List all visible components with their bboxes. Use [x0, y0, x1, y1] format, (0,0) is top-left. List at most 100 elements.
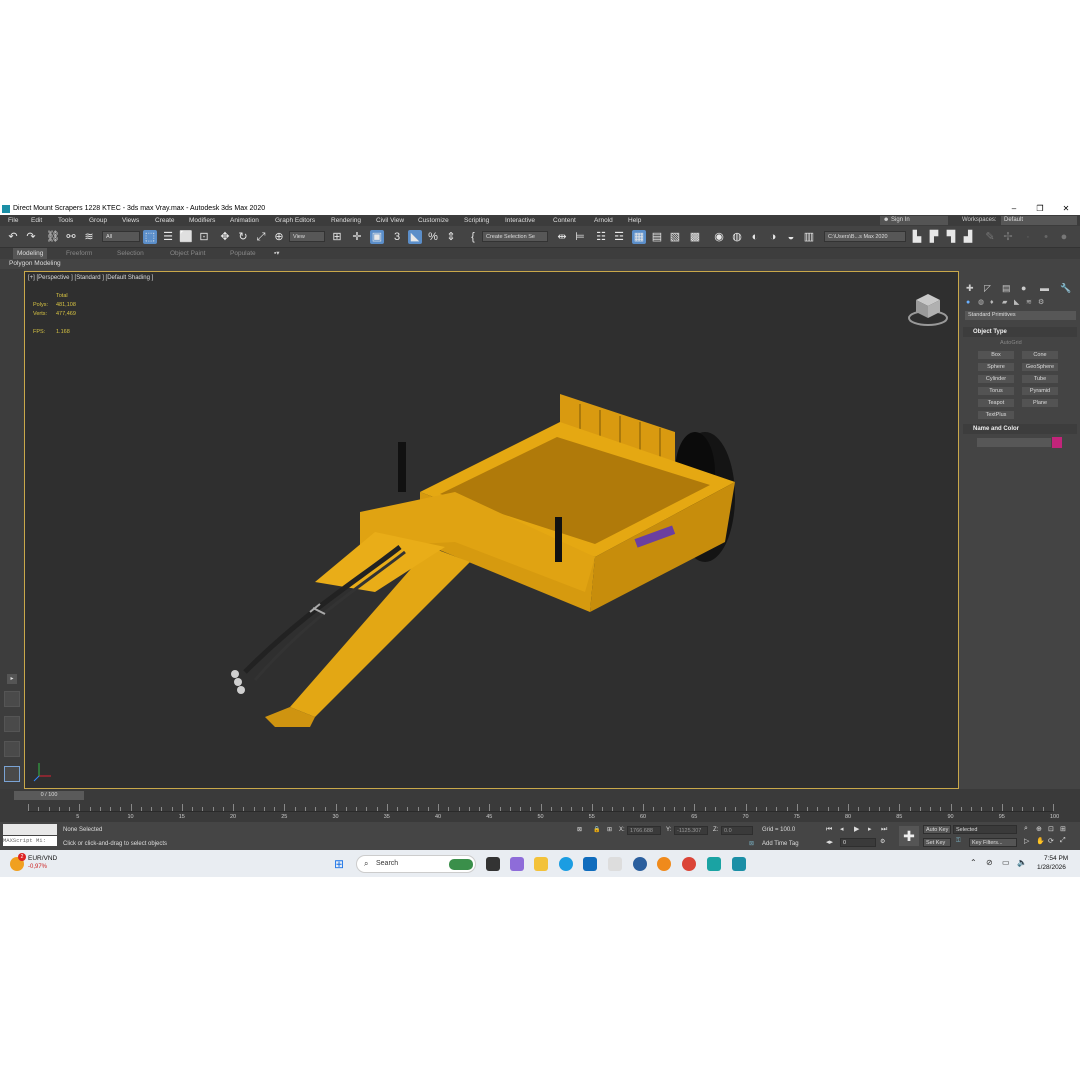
- menu-rendering[interactable]: Rendering: [331, 215, 361, 226]
- fov-icon[interactable]: ▷: [1024, 837, 1029, 845]
- windows-start-icon[interactable]: ⊞: [334, 857, 348, 871]
- cylinder-button[interactable]: Cylinder: [978, 375, 1014, 383]
- zoom-icon[interactable]: ⌕: [1024, 825, 1028, 833]
- menu-create[interactable]: Create: [155, 215, 175, 226]
- clock-date[interactable]: 1/28/2026: [1037, 864, 1066, 871]
- menu-interactive[interactable]: Interactive: [505, 215, 535, 226]
- bind-spacewarp-icon[interactable]: ≋: [82, 230, 96, 244]
- pyramid-button[interactable]: Pyramid: [1022, 387, 1058, 395]
- link-icon[interactable]: ⛓: [46, 230, 60, 244]
- menu-edit[interactable]: Edit: [31, 215, 42, 226]
- rect-selection-icon[interactable]: ⬜: [179, 230, 193, 244]
- menu-civil-view[interactable]: Civil View: [376, 215, 404, 226]
- layout-2-button[interactable]: [4, 716, 20, 732]
- current-frame-field[interactable]: 0: [840, 838, 876, 847]
- time-config-icon[interactable]: ⚙: [880, 838, 885, 845]
- layout-3-button[interactable]: [4, 741, 20, 757]
- layout-1-button[interactable]: [4, 691, 20, 707]
- lock-selection-icon[interactable]: 🔒: [593, 826, 600, 833]
- minimize-button[interactable]: –: [1002, 203, 1026, 215]
- pan-icon[interactable]: ✋: [1036, 837, 1045, 845]
- network-icon[interactable]: ⊘: [986, 858, 993, 867]
- move-icon[interactable]: ✥: [218, 230, 232, 244]
- clock-time[interactable]: 7:54 PM: [1044, 855, 1068, 862]
- chrome-icon[interactable]: [682, 857, 696, 871]
- plane-button[interactable]: Plane: [1022, 399, 1058, 407]
- mirror-icon[interactable]: ⇹: [555, 230, 569, 244]
- volume-icon[interactable]: 🔈: [1017, 858, 1027, 867]
- key-mode-icon[interactable]: ◂▸: [826, 838, 840, 847]
- menu-scripting[interactable]: Scripting: [464, 215, 489, 226]
- named-selection-set-select[interactable]: Create Selection Se: [482, 231, 548, 242]
- place-icon[interactable]: ⊕: [272, 230, 286, 244]
- motion-tab-icon[interactable]: ●: [1021, 282, 1026, 294]
- maximize-viewport-icon[interactable]: ⤢: [1060, 837, 1066, 845]
- menu-group[interactable]: Group: [89, 215, 107, 226]
- scale-icon[interactable]: ⤢: [254, 230, 268, 244]
- close-button[interactable]: ✕: [1054, 203, 1078, 215]
- app-icon-2[interactable]: [608, 857, 622, 871]
- expand-arrow-icon[interactable]: ▸: [7, 674, 17, 684]
- app-icon-1[interactable]: [510, 857, 524, 871]
- workspaces-select[interactable]: Default: [1001, 216, 1077, 225]
- viewport-label[interactable]: [+] [Perspective ] [Standard ] [Default …: [28, 275, 153, 281]
- orbit-icon[interactable]: ⟳: [1048, 837, 1054, 845]
- maya-icon[interactable]: [707, 857, 721, 871]
- window-crossing-icon[interactable]: ⊡: [197, 230, 211, 244]
- app-icon-3[interactable]: [633, 857, 647, 871]
- create-tab-icon[interactable]: ✚: [966, 282, 974, 294]
- helpers-icon[interactable]: ◣: [1014, 298, 1019, 308]
- store-icon[interactable]: [583, 857, 597, 871]
- maxscript-listener-top[interactable]: [3, 824, 57, 835]
- layout-4-button[interactable]: [4, 766, 20, 782]
- object-name-field[interactable]: [977, 438, 1051, 447]
- selection-filter-select[interactable]: All: [102, 231, 140, 242]
- spacewarps-icon[interactable]: ≋: [1026, 298, 1032, 308]
- geometry-icon[interactable]: ●: [966, 298, 970, 308]
- isolate-icon[interactable]: ⊠: [577, 826, 582, 833]
- tab-modeling[interactable]: Modeling: [13, 248, 48, 259]
- key-filters-button[interactable]: Key Filters...: [969, 838, 1017, 847]
- render-production-icon[interactable]: ◐: [748, 230, 762, 244]
- layer-explorer-icon[interactable]: ☲: [612, 230, 626, 244]
- schematic-view-icon[interactable]: ▧: [668, 230, 682, 244]
- primitive-type-select[interactable]: Standard Primitives: [965, 311, 1076, 320]
- project-settings-icon[interactable]: ▟: [961, 230, 975, 244]
- auto-key-button[interactable]: Auto Key: [923, 825, 951, 834]
- utilities-tab-icon[interactable]: 🔧: [1060, 282, 1071, 294]
- add-time-tag[interactable]: Add Time Tag: [762, 841, 799, 847]
- rotate-icon[interactable]: ↻: [236, 230, 250, 244]
- tab-freeform[interactable]: Freeform: [66, 248, 92, 259]
- go-to-end-icon[interactable]: ⏭: [881, 825, 887, 835]
- cone-button[interactable]: Cone: [1022, 351, 1058, 359]
- menu-help[interactable]: Help: [628, 215, 641, 226]
- display-icon[interactable]: ▭: [1002, 858, 1010, 867]
- perspective-viewport[interactable]: [+] [Perspective ] [Standard ] [Default …: [24, 271, 959, 789]
- rendered-frame-icon[interactable]: ◍: [730, 230, 744, 244]
- render-iterative-icon[interactable]: ◑: [766, 230, 780, 244]
- name-and-color-rollout[interactable]: Name and Color: [963, 424, 1077, 434]
- key-set-select[interactable]: Selected: [953, 825, 1017, 834]
- tab-selection[interactable]: Selection: [117, 248, 144, 259]
- 3dsmax-taskbar-icon[interactable]: [732, 857, 746, 871]
- curve-editor-icon[interactable]: ▤: [650, 230, 664, 244]
- keyboard-shortcut-icon[interactable]: ▣: [370, 230, 384, 244]
- render-online-icon[interactable]: ◒: [784, 230, 798, 244]
- pivot-icon[interactable]: ⊞: [330, 230, 344, 244]
- box-button[interactable]: Box: [978, 351, 1014, 359]
- torus-button[interactable]: Torus: [978, 387, 1014, 395]
- menu-file[interactable]: File: [8, 215, 18, 226]
- help-circle-icon[interactable]: ●: [1057, 230, 1071, 244]
- undo-icon[interactable]: ↶: [6, 230, 20, 244]
- menu-graph-editors[interactable]: Graph Editors: [275, 215, 315, 226]
- teapot-button[interactable]: Teapot: [978, 399, 1014, 407]
- task-view-icon[interactable]: [486, 857, 500, 871]
- save-project-icon[interactable]: ▜: [944, 230, 958, 244]
- render-arnold-icon[interactable]: ▥: [802, 230, 816, 244]
- absolute-mode-icon[interactable]: ⊞: [607, 826, 612, 833]
- autogrid-checkbox[interactable]: AutoGrid: [1000, 340, 1022, 346]
- key-icon[interactable]: ⚿: [956, 838, 961, 845]
- zoom-extents-icon[interactable]: ⊡: [1048, 825, 1054, 833]
- unlink-icon[interactable]: ⚯: [64, 230, 78, 244]
- go-to-start-icon[interactable]: ⏮: [826, 825, 832, 835]
